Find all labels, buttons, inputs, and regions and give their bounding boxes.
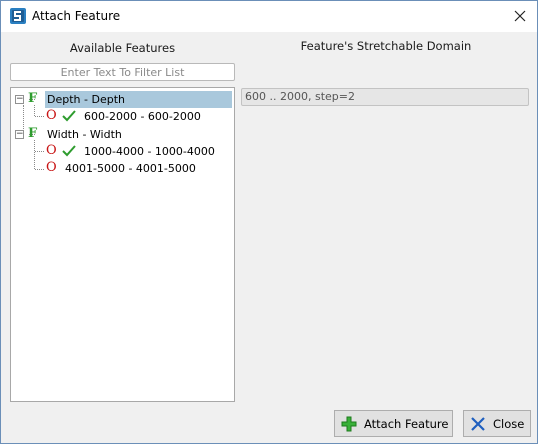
tree-item-label: 600-2000 - 600-2000 (84, 110, 201, 123)
available-features-heading: Available Features (69, 41, 176, 55)
stretchable-domain-heading: Feature's Stretchable Domain (300, 39, 472, 53)
collapse-toggle[interactable]: − (15, 95, 24, 104)
checkmark-icon (62, 145, 76, 157)
tree-item-option[interactable]: O 4001-5000 - 4001-5000 (11, 160, 234, 177)
feature-icon: F (28, 91, 38, 106)
tree-item-label: 4001-5000 - 4001-5000 (65, 162, 196, 175)
attach-feature-dialog: Attach Feature Available Features Featur… (0, 0, 538, 444)
window-close-button[interactable] (507, 5, 533, 27)
close-icon (471, 416, 485, 431)
tree-item-label: 1000-4000 - 1000-4000 (84, 145, 215, 158)
tree-item-label: Width - Width (47, 128, 122, 141)
title-bar: Attach Feature (1, 1, 537, 32)
close-icon (514, 10, 526, 22)
tree-item-option[interactable]: O 600-2000 - 600-2000 (11, 108, 234, 125)
option-icon: O (46, 108, 57, 123)
checkmark-icon (62, 110, 76, 122)
tree-item-width[interactable]: − F Width - Width (11, 126, 234, 143)
app-icon (10, 8, 26, 24)
tree-item-option[interactable]: O 1000-4000 - 1000-4000 (11, 143, 234, 160)
tree-item-label: Depth - Depth (45, 91, 232, 108)
attach-feature-label: Attach Feature (364, 416, 449, 431)
close-label: Close (493, 416, 525, 431)
feature-icon: F (28, 126, 38, 141)
filter-input[interactable] (10, 63, 235, 81)
feature-tree[interactable]: − F Depth - Depth O 600-2000 - 600-2000 … (10, 87, 235, 402)
collapse-toggle[interactable]: − (15, 130, 24, 139)
attach-feature-button[interactable]: Attach Feature (334, 410, 453, 437)
close-button[interactable]: Close (463, 410, 531, 437)
window-title: Attach Feature (32, 9, 121, 23)
stretchable-domain-field: 600 .. 2000, step=2 (241, 88, 529, 106)
option-icon: O (46, 143, 57, 158)
plus-icon (341, 416, 357, 431)
option-icon: O (46, 160, 57, 175)
tree-item-depth[interactable]: − F Depth - Depth (11, 91, 234, 108)
